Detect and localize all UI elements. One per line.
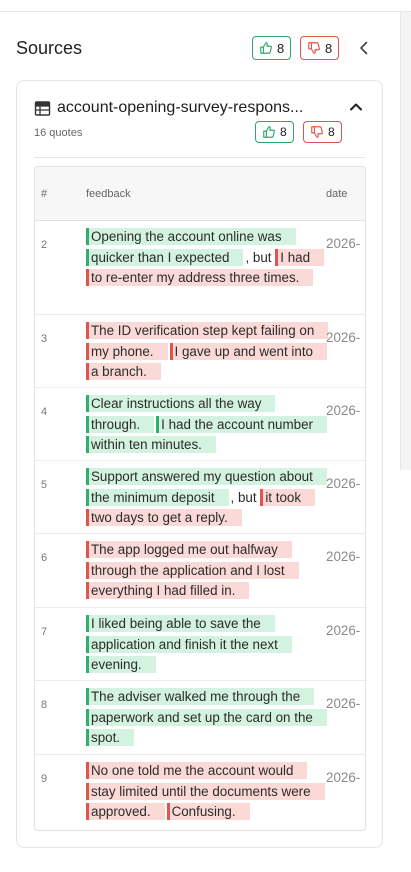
negative-quote-highlight[interactable]: Confusing. [166,803,250,821]
column-header-date: date [326,188,348,200]
column-header-number: # [41,188,48,200]
date-cell: 2026- [326,623,361,638]
feedback-cell: I liked being able to save the applicati… [86,614,318,676]
feedback-cell: Opening the account online was quicker t… [86,227,325,289]
positive-quote-highlight[interactable]: The adviser walked me through the paperw… [86,688,327,747]
negative-quote-highlight[interactable]: The app logged me out halfway through th… [86,541,299,600]
table-row[interactable]: 9 No one told me the account would stay l… [35,755,365,830]
feedback-cell: The app logged me out halfway through th… [86,540,318,602]
table-icon [34,100,51,116]
feedback-text: , but [230,489,261,505]
table-header: # feedback date [35,167,365,221]
row-number: 7 [41,626,48,638]
date-cell: 2026- [326,696,361,711]
thumbs-up-icon [260,42,272,54]
feedback-cell: Support answered my question about the m… [86,467,327,529]
thumbs-down-icon [311,126,323,138]
date-cell: 2026- [326,236,361,251]
feedback-cell: No one told me the account would stay li… [86,761,325,823]
source-card: account-opening-survey-respons... 16 quo… [16,80,383,848]
feedback-cell: The ID verification step kept failing on… [86,321,329,383]
row-number: 9 [41,773,48,785]
column-header-feedback: feedback [86,188,131,200]
feedback-cell: Clear instructions all the way through. I… [86,394,328,456]
upvote-button[interactable]: 8 [252,36,292,60]
source-title-row[interactable]: account-opening-survey-respons... [34,97,364,119]
top-strip [0,0,411,12]
table-row[interactable]: 4 Clear instructions all the way through.… [35,388,365,461]
table-row[interactable]: 3 The ID verification step kept failing o… [35,315,365,388]
table-row[interactable]: 8 The adviser walked me through the paper… [35,681,365,755]
source-downvote-button[interactable]: 8 [303,121,342,143]
source-name: account-opening-survey-respons... [57,99,304,116]
feedback-cell: The adviser walked me through the paperw… [86,687,327,749]
source-upvote-button[interactable]: 8 [255,121,294,143]
feedback-text: , but [245,249,276,265]
row-number: 2 [41,239,48,251]
date-cell: 2026- [326,549,361,564]
source-downvote-count: 8 [328,125,335,139]
chevron-left-icon [360,41,368,55]
quotes-table: # feedback date 2 Opening the account onl… [34,166,366,831]
row-number: 4 [41,406,48,418]
row-number: 6 [41,552,48,564]
row-number: 3 [41,333,48,345]
source-upvote-count: 8 [280,125,287,139]
downvote-button[interactable]: 8 [300,36,340,60]
row-number: 8 [41,699,48,711]
chevron-up-icon[interactable] [348,99,364,115]
row-number: 5 [41,479,48,491]
thumbs-down-icon [308,42,320,54]
collapse-panel-button[interactable] [356,39,372,57]
sources-header: Sources 8 8 [16,36,376,62]
downvote-count: 8 [325,40,333,56]
thumbs-up-icon [263,126,275,138]
date-cell: 2026- [326,476,361,491]
panel-title: Sources [16,38,83,58]
positive-quote-highlight[interactable]: I liked being able to save the applicati… [86,615,292,674]
date-cell: 2026- [326,770,361,785]
table-row[interactable]: 5 Support answered my question about the … [35,461,365,534]
table-row[interactable]: 6 The app logged me out halfway through t… [35,534,365,608]
scroll-gutter[interactable] [400,12,411,470]
divider [34,157,365,158]
date-cell: 2026- [326,403,361,418]
upvote-count: 8 [277,40,285,56]
table-row[interactable]: 2 Opening the account online was quicker … [35,221,365,315]
table-row[interactable]: 7 I liked being able to save the applicat… [35,608,365,681]
date-cell: 2026- [326,330,361,345]
quote-count: 16 quotes [34,127,83,139]
